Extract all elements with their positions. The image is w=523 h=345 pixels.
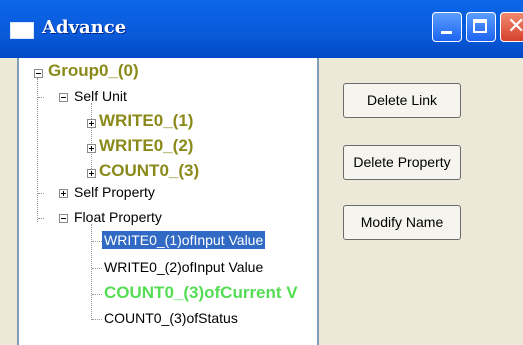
window-title: Advance [42,17,127,38]
expand-icon[interactable] [87,119,96,128]
collapse-icon[interactable] [59,93,68,102]
tree-leaf[interactable]: COUNT0_(3)ofCurrent V [104,283,298,303]
tree-leaf-selected[interactable]: WRITE0_(1)ofInput Value [102,231,266,249]
tree-line [38,218,44,219]
tree-leaf[interactable]: WRITE0_(2)ofInput Value [104,259,263,275]
property-tree[interactable]: Group0_(0) Self Unit WRITE0_(1) WRITE0_(… [17,58,319,345]
tree-node-float-property[interactable]: Float Property [74,209,162,225]
delete-property-button[interactable]: Delete Property [343,145,461,180]
tree-node-unit[interactable]: WRITE0_(2) [99,136,193,156]
tree-line [38,193,44,194]
tree-root[interactable]: Group0_(0) [48,61,139,81]
maximize-button[interactable] [466,12,496,42]
tree-node-unit[interactable]: WRITE0_(1) [99,111,193,131]
tree-node-self-unit[interactable]: Self Unit [74,88,127,104]
tree-line [38,97,44,98]
tree-node-unit[interactable]: COUNT0_(3) [99,161,199,181]
tree-line [91,103,92,175]
expand-icon[interactable] [87,144,96,153]
delete-link-button[interactable]: Delete Link [343,83,461,118]
tree-line [92,241,102,242]
maximize-icon [473,19,487,33]
expand-icon[interactable] [87,169,96,178]
title-bar[interactable]: Advance ✕ [0,0,523,58]
tree-line [92,268,102,269]
tree-line [37,78,38,222]
collapse-icon[interactable] [34,69,43,78]
close-icon: ✕ [507,14,523,39]
window-icon [10,22,34,39]
modify-name-button[interactable]: Modify Name [343,205,461,240]
tree-line [91,224,92,320]
tree-leaf[interactable]: COUNT0_(3)ofStatus [104,310,238,326]
minimize-icon [441,31,452,34]
expand-icon[interactable] [59,189,68,198]
collapse-icon[interactable] [59,214,68,223]
close-button[interactable]: ✕ [500,12,523,42]
minimize-button[interactable] [432,12,462,42]
tree-node-self-property[interactable]: Self Property [74,184,155,200]
tree-line [92,319,102,320]
tree-line [92,294,102,295]
